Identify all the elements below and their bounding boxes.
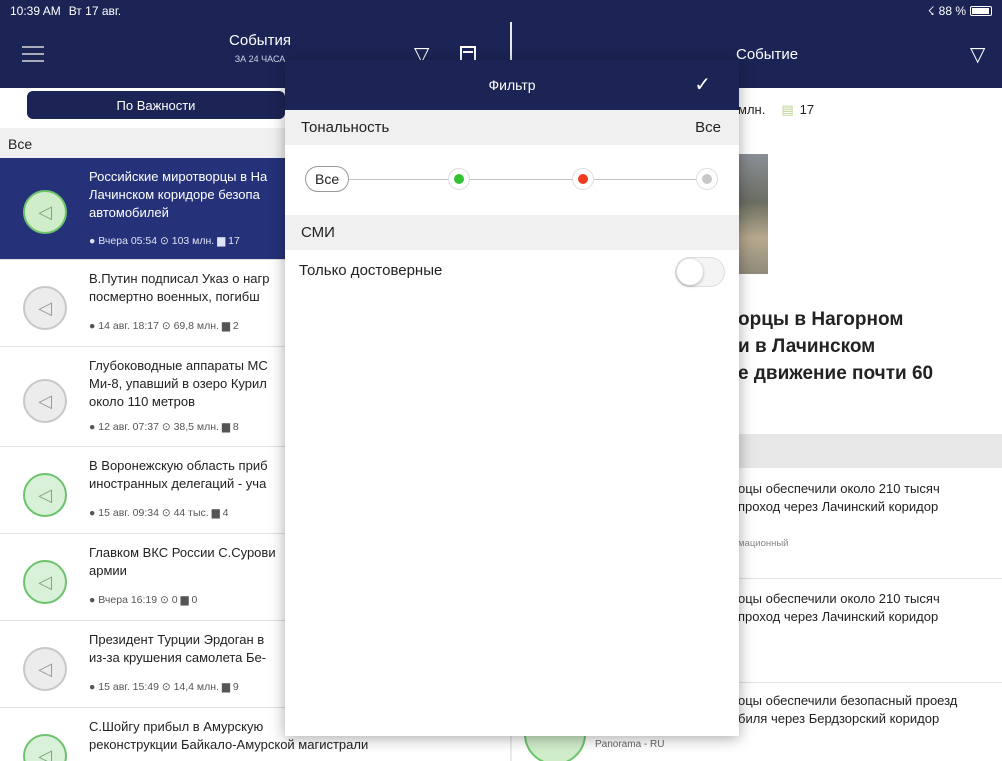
news-title: Российские миротворцы в На Лачинском кори… [89, 169, 268, 220]
status-bar: 10:39 AM Вт 17 авг. ☇ 88 % [0, 0, 1002, 22]
sort-by-importance-tab[interactable]: По Важности [27, 91, 285, 119]
related-item[interactable]: оцы обеспечили около 210 тысяч проход че… [738, 480, 940, 516]
event-stats: млн. ▤ 17 [738, 102, 814, 118]
related-item[interactable]: оцы обеспечили безопасный проезд биля че… [738, 692, 957, 728]
media-label: СМИ [301, 224, 335, 241]
tonality-row: Тональность Все [285, 110, 739, 145]
tonality-label: Тональность [301, 119, 390, 136]
wifi-icon: ☇ [927, 4, 935, 18]
comments-icon: ▤ [781, 102, 794, 117]
status-date: Вт 17 авг. [68, 4, 122, 18]
tonality-value: Все [695, 119, 721, 136]
tone-negative-dot[interactable] [572, 168, 594, 190]
views-count: млн. [738, 102, 766, 117]
news-meta: ● Вчера 16:19 ⊙ 0 ▆ 0 [89, 594, 198, 606]
related-item-tag: мационный [738, 538, 789, 549]
filter-title: Фильтр [488, 77, 536, 93]
status-right: ☇ 88 % [928, 4, 992, 18]
status-time: 10:39 AM [10, 4, 61, 18]
news-meta: ● 15 авг. 09:34 ⊙ 44 тыс. ▆ 4 [89, 507, 229, 519]
tonality-all-pill[interactable]: Все [305, 166, 350, 192]
event-headline: орцы в Нагорном и в Лачинском е движение… [738, 309, 934, 384]
tone-neutral-dot[interactable] [696, 168, 718, 190]
megaphone-icon: ◁ [23, 473, 67, 517]
tonality-slider[interactable]: Все [285, 145, 739, 215]
megaphone-icon: ◁ [23, 286, 67, 330]
megaphone-icon: ◁ [23, 379, 67, 423]
events-title: События [229, 32, 291, 49]
media-row: СМИ [285, 215, 739, 250]
megaphone-icon: ◁ [23, 560, 67, 604]
news-meta: ● 12 авг. 07:37 ⊙ 38,5 млн. ▆ 8 [89, 421, 239, 433]
news-title: Президент Турции Эрдоган в из-за крушения… [89, 632, 267, 665]
comments-count: 17 [799, 102, 815, 117]
only-reliable-toggle[interactable] [675, 257, 725, 287]
megaphone-icon: ◁ [23, 647, 67, 691]
megaphone-icon: ◁ [23, 734, 67, 761]
battery-icon [970, 6, 992, 16]
menu-icon[interactable] [22, 46, 44, 62]
megaphone-icon: ◁ [23, 190, 67, 234]
related-source: Panorama - RU [595, 739, 665, 750]
tone-positive-dot[interactable] [448, 168, 470, 190]
news-meta: ● 15 авг. 15:49 ⊙ 14,4 млн. ▆ 9 [89, 681, 239, 693]
event-filter-icon[interactable]: ▽ [970, 42, 985, 67]
tonality-track [347, 179, 709, 180]
related-item[interactable]: оцы обеспечили около 210 тысяч проход че… [738, 590, 940, 626]
news-title: В.Путин подписал Указ о нагр посмертно во… [89, 271, 270, 304]
event-photo[interactable] [738, 154, 768, 274]
news-meta: ● Вчера 05:54 ⊙ 103 млн. ▆ 17 [89, 235, 240, 247]
battery-percent: 88 % [938, 4, 966, 18]
news-title: Главком ВКС России С.Сурови армии [89, 545, 276, 578]
event-title: Событие [736, 46, 799, 63]
filter-header: Фильтр ✓ [285, 60, 739, 110]
only-reliable-label: Только достоверные [299, 262, 443, 279]
only-reliable-row: Только достоверные [285, 250, 739, 294]
news-meta: ● 14 авг. 18:17 ⊙ 69,8 млн. ▆ 2 [89, 320, 239, 332]
confirm-check-icon[interactable]: ✓ [694, 72, 711, 97]
news-title: Глубоководные аппараты МС Ми-8, упавший в… [89, 358, 268, 409]
news-title: В Воронежскую область приб иностранных де… [89, 458, 268, 491]
filter-modal: Фильтр ✓ Тональность Все Все СМИ Только … [285, 60, 739, 736]
